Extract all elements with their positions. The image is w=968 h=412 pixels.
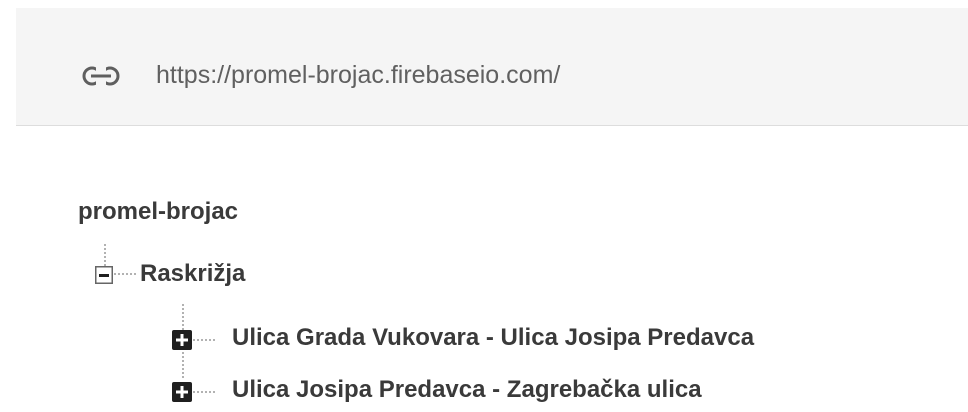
url-bar: https://promel-brojac.firebaseio.com/ <box>16 8 968 126</box>
tree-node-child[interactable]: Ulica Josipa Predavca - Zagrebačka ulica <box>232 376 702 404</box>
collapse-icon[interactable] <box>95 266 113 284</box>
expand-icon[interactable] <box>172 330 192 350</box>
tree-connector-vertical <box>104 244 106 266</box>
expand-icon[interactable] <box>172 382 192 402</box>
tree-connector-horizontal <box>193 391 215 393</box>
tree-connector-horizontal <box>193 339 215 341</box>
database-url[interactable]: https://promel-brojac.firebaseio.com/ <box>156 61 560 90</box>
tree-root-label[interactable]: promel-brojac <box>78 198 238 226</box>
link-icon[interactable] <box>82 66 120 86</box>
tree-connector-horizontal <box>114 273 136 275</box>
tree-node-raskrizja[interactable]: Raskrižja <box>140 260 245 288</box>
tree-node-child[interactable]: Ulica Grada Vukovara - Ulica Josipa Pred… <box>232 324 754 352</box>
